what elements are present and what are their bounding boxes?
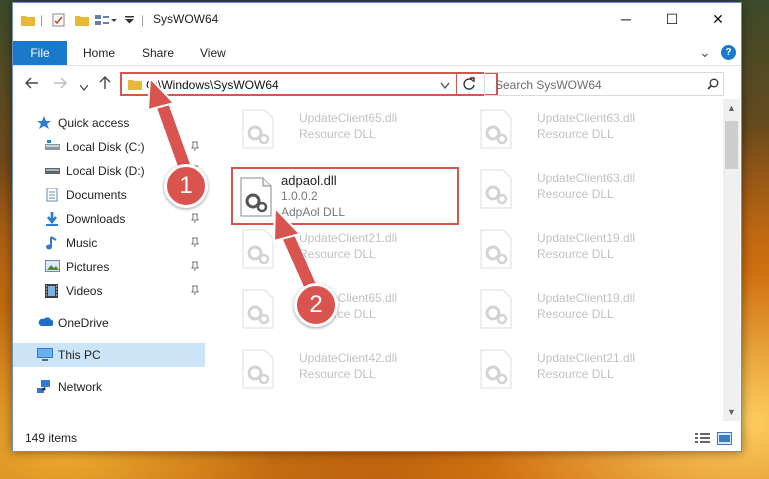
arrow-1: [146, 75, 191, 174]
arrow-2: [272, 205, 318, 296]
callout-arrows: [146, 75, 318, 296]
callout-badge-1: 1: [164, 164, 208, 208]
callout-badge-2: 2: [294, 283, 338, 327]
